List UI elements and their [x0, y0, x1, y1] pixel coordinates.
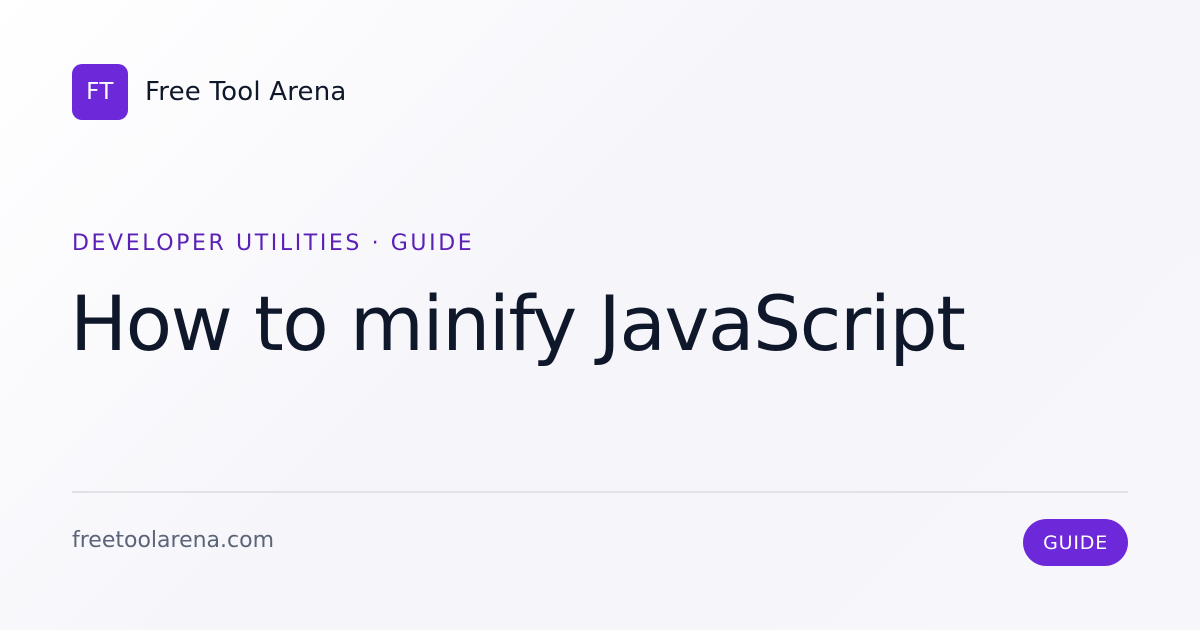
category-label: DEVELOPER UTILITIES · GUIDE: [72, 231, 475, 256]
brand-name: Free Tool Arena: [145, 77, 347, 107]
guide-badge-label: GUIDE: [1043, 531, 1108, 554]
guide-badge: GUIDE: [1023, 519, 1128, 566]
brand-header: FT Free Tool Arena: [72, 64, 347, 120]
site-domain: freetoolarena.com: [72, 528, 275, 553]
brand-logo: FT: [72, 64, 128, 120]
divider: [72, 491, 1128, 493]
brand-logo-text: FT: [86, 79, 114, 105]
page-title: How to minify JavaScript: [70, 279, 966, 368]
